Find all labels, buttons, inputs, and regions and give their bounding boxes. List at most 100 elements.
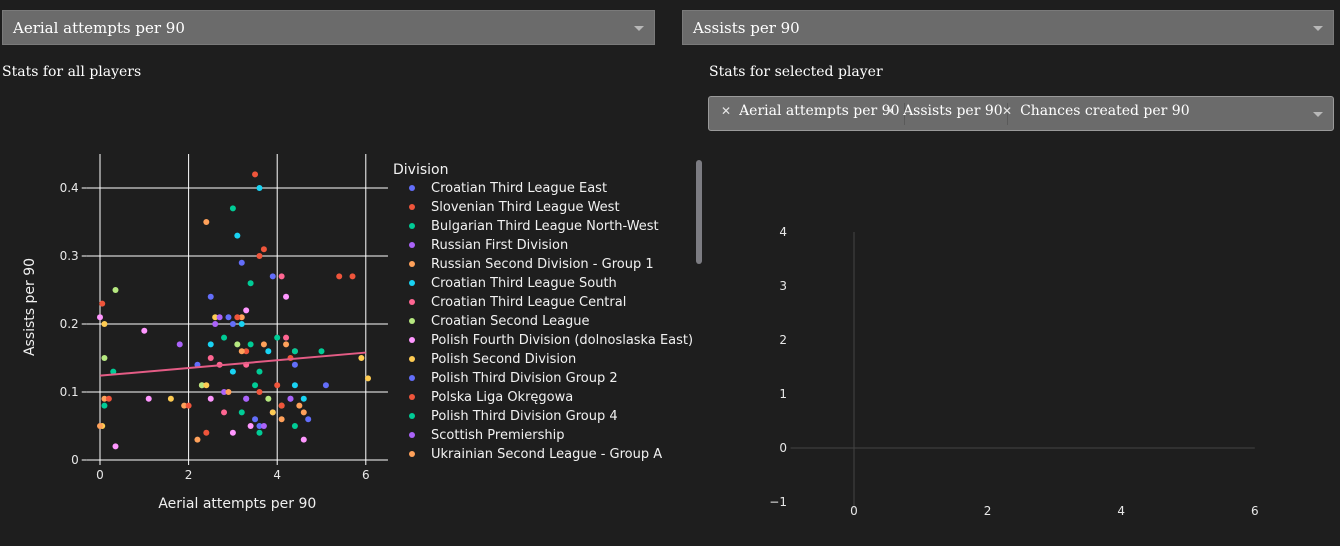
scatter-point <box>185 402 192 409</box>
scatter-point <box>260 423 267 429</box>
scatter-point <box>269 409 276 416</box>
legend-label: Croatian Third League East <box>431 181 607 196</box>
scatter-point <box>238 409 245 416</box>
scatter-point <box>252 382 259 389</box>
scatter-point <box>229 205 236 212</box>
scatter-point <box>358 355 365 361</box>
legend-label: Slovenian Third League West <box>431 200 620 215</box>
scatter-point <box>221 409 228 416</box>
scatter-point <box>243 307 250 314</box>
scatter-point <box>101 321 108 327</box>
legend-marker <box>409 413 415 419</box>
y-axis-label: Assists per 90 <box>22 258 38 356</box>
scatter-point <box>238 348 245 355</box>
scatter-point <box>229 321 236 327</box>
legend-label: Polska Liga Okręgowa <box>431 390 573 405</box>
scatter-point <box>238 259 245 266</box>
scatter-point <box>336 273 343 280</box>
scatter-point <box>234 314 241 321</box>
scatter-point <box>221 334 228 341</box>
scatter-point <box>287 395 294 402</box>
scatter-point <box>278 416 285 423</box>
y-tick-label: −1 <box>769 495 787 509</box>
scatter-point <box>97 423 103 429</box>
y-tick-label: 0 <box>71 453 79 467</box>
scatter-point <box>229 368 236 375</box>
legend-marker <box>409 394 415 400</box>
x-tick-label: 0 <box>850 504 858 518</box>
scatter-point <box>291 348 298 355</box>
scatter-point <box>229 429 236 436</box>
x-tick-label: 4 <box>273 468 281 482</box>
legend-marker <box>409 242 415 248</box>
legend-marker <box>409 432 415 438</box>
y-tick-label: 4 <box>779 225 787 239</box>
scatter-point <box>225 389 232 395</box>
legend-label: Polish Second Division <box>431 352 576 367</box>
scatter-point <box>207 293 214 300</box>
y-tick-label: 3 <box>779 279 787 293</box>
scatter-point <box>101 355 108 361</box>
scatter-point <box>194 436 201 443</box>
scatter-point <box>97 314 103 321</box>
scatter-point <box>260 341 267 348</box>
y-tick-label: 0.3 <box>60 249 79 263</box>
legend-marker <box>409 185 415 191</box>
scatter-point <box>300 409 307 416</box>
scatter-point <box>256 368 263 375</box>
scatter-point <box>145 395 152 402</box>
scatter-point <box>283 293 290 300</box>
scatter-point <box>349 273 356 280</box>
scatter-point <box>176 341 183 348</box>
scatter-point <box>207 355 214 361</box>
legend-marker <box>409 318 415 324</box>
legend-marker <box>409 451 415 457</box>
y-tick-label: 1 <box>779 387 787 401</box>
scatter-point <box>167 395 174 402</box>
scatter-point <box>291 382 298 389</box>
scatter-point <box>252 416 259 423</box>
scatter-point <box>265 348 272 355</box>
scatter-point <box>265 395 272 402</box>
scatter-point <box>274 382 281 389</box>
scatter-point <box>101 402 108 409</box>
x-tick-label: 2 <box>185 468 193 482</box>
scatter-point <box>234 341 241 348</box>
scatter-point <box>283 334 290 341</box>
scatter-point <box>256 185 263 191</box>
scatter-point <box>203 429 210 436</box>
scatter-point <box>207 395 214 402</box>
scatter-point <box>112 443 119 450</box>
scatter-point <box>256 429 263 436</box>
x-tick-label: 2 <box>984 504 992 518</box>
scatter-point <box>216 314 223 321</box>
scatter-point <box>238 321 245 327</box>
scatter-point <box>305 416 312 423</box>
legend-label: Scottish Premiership <box>431 428 564 443</box>
scatter-point <box>252 171 259 178</box>
y-tick-label: 0.1 <box>60 385 79 399</box>
scatter-point <box>291 423 298 429</box>
scatter-point <box>203 382 210 389</box>
y-tick-label: 0.4 <box>60 181 79 195</box>
scatter-point <box>243 395 250 402</box>
scatter-point <box>274 334 281 341</box>
scatter-point <box>225 314 232 321</box>
x-tick-label: 0 <box>96 468 104 482</box>
scatter-point <box>141 327 148 334</box>
scatter-point <box>105 395 112 402</box>
x-tick-label: 6 <box>362 468 370 482</box>
legend-label: Polish Third Division Group 2 <box>431 371 618 386</box>
scatter-point <box>207 341 214 348</box>
legend-marker <box>409 280 415 286</box>
legend-label: Bulgarian Third League North-West <box>431 219 659 234</box>
scatter-point <box>269 273 276 280</box>
legend-label: Ukrainian Second League - Group A <box>431 447 662 462</box>
legend-title: Division <box>393 162 448 178</box>
legend-label: Croatian Second League <box>431 314 590 329</box>
y-tick-label: 0.2 <box>60 317 79 331</box>
scatter-point <box>283 341 290 348</box>
x-tick-label: 4 <box>1117 504 1125 518</box>
scatter-point <box>365 375 372 382</box>
legend-label: Russian First Division <box>431 238 568 253</box>
